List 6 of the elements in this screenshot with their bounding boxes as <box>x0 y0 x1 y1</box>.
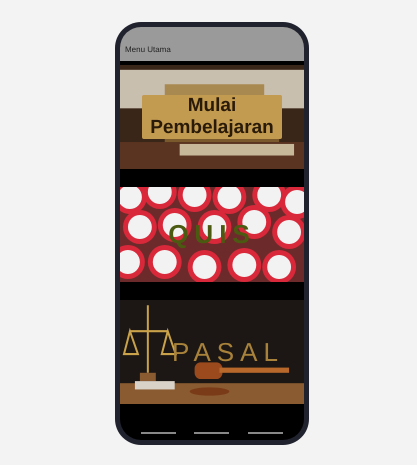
nav-bar-line <box>248 432 283 434</box>
menu-card[interactable]: PASAL <box>120 300 304 404</box>
nav-bar-line <box>194 432 230 434</box>
app-bar-title: Menu Utama <box>125 44 171 56</box>
menu-card[interactable]: Mulai Pembelajaran <box>120 65 304 169</box>
nav-bar-line <box>141 432 176 434</box>
